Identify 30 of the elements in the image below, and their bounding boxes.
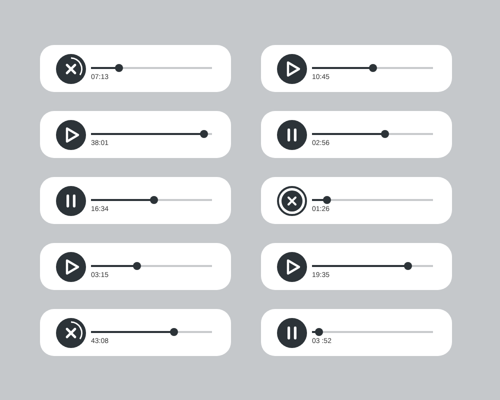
progress-handle[interactable] bbox=[114, 64, 123, 72]
playback-button[interactable] bbox=[277, 186, 307, 216]
playback-button[interactable] bbox=[56, 252, 86, 282]
playback-button[interactable] bbox=[56, 186, 86, 216]
playback-button[interactable] bbox=[277, 120, 307, 150]
playback-button[interactable] bbox=[277, 252, 307, 282]
playback-button[interactable] bbox=[277, 54, 307, 84]
playback-button[interactable] bbox=[56, 120, 86, 150]
play-icon bbox=[277, 252, 307, 282]
progress-handle[interactable] bbox=[380, 130, 389, 138]
pause-icon bbox=[56, 186, 86, 216]
playback-button[interactable] bbox=[56, 54, 86, 84]
close-icon bbox=[277, 186, 307, 216]
pause-icon bbox=[277, 318, 307, 348]
progress-handle[interactable] bbox=[322, 196, 331, 204]
progress-handle[interactable] bbox=[200, 130, 208, 138]
playback-button[interactable] bbox=[277, 318, 307, 348]
progress-handle[interactable] bbox=[315, 328, 324, 336]
progress-handle[interactable] bbox=[150, 196, 158, 204]
progress-handle[interactable] bbox=[132, 262, 141, 270]
progress-handle[interactable] bbox=[404, 262, 412, 270]
progress-handle[interactable] bbox=[170, 328, 178, 336]
play-icon bbox=[56, 252, 86, 282]
pause-icon bbox=[277, 120, 307, 150]
play-icon bbox=[277, 54, 307, 84]
playback-button[interactable] bbox=[56, 318, 86, 348]
close-icon bbox=[56, 54, 86, 84]
close-icon bbox=[56, 318, 86, 348]
play-icon bbox=[56, 120, 86, 150]
progress-handle[interactable] bbox=[368, 64, 376, 72]
